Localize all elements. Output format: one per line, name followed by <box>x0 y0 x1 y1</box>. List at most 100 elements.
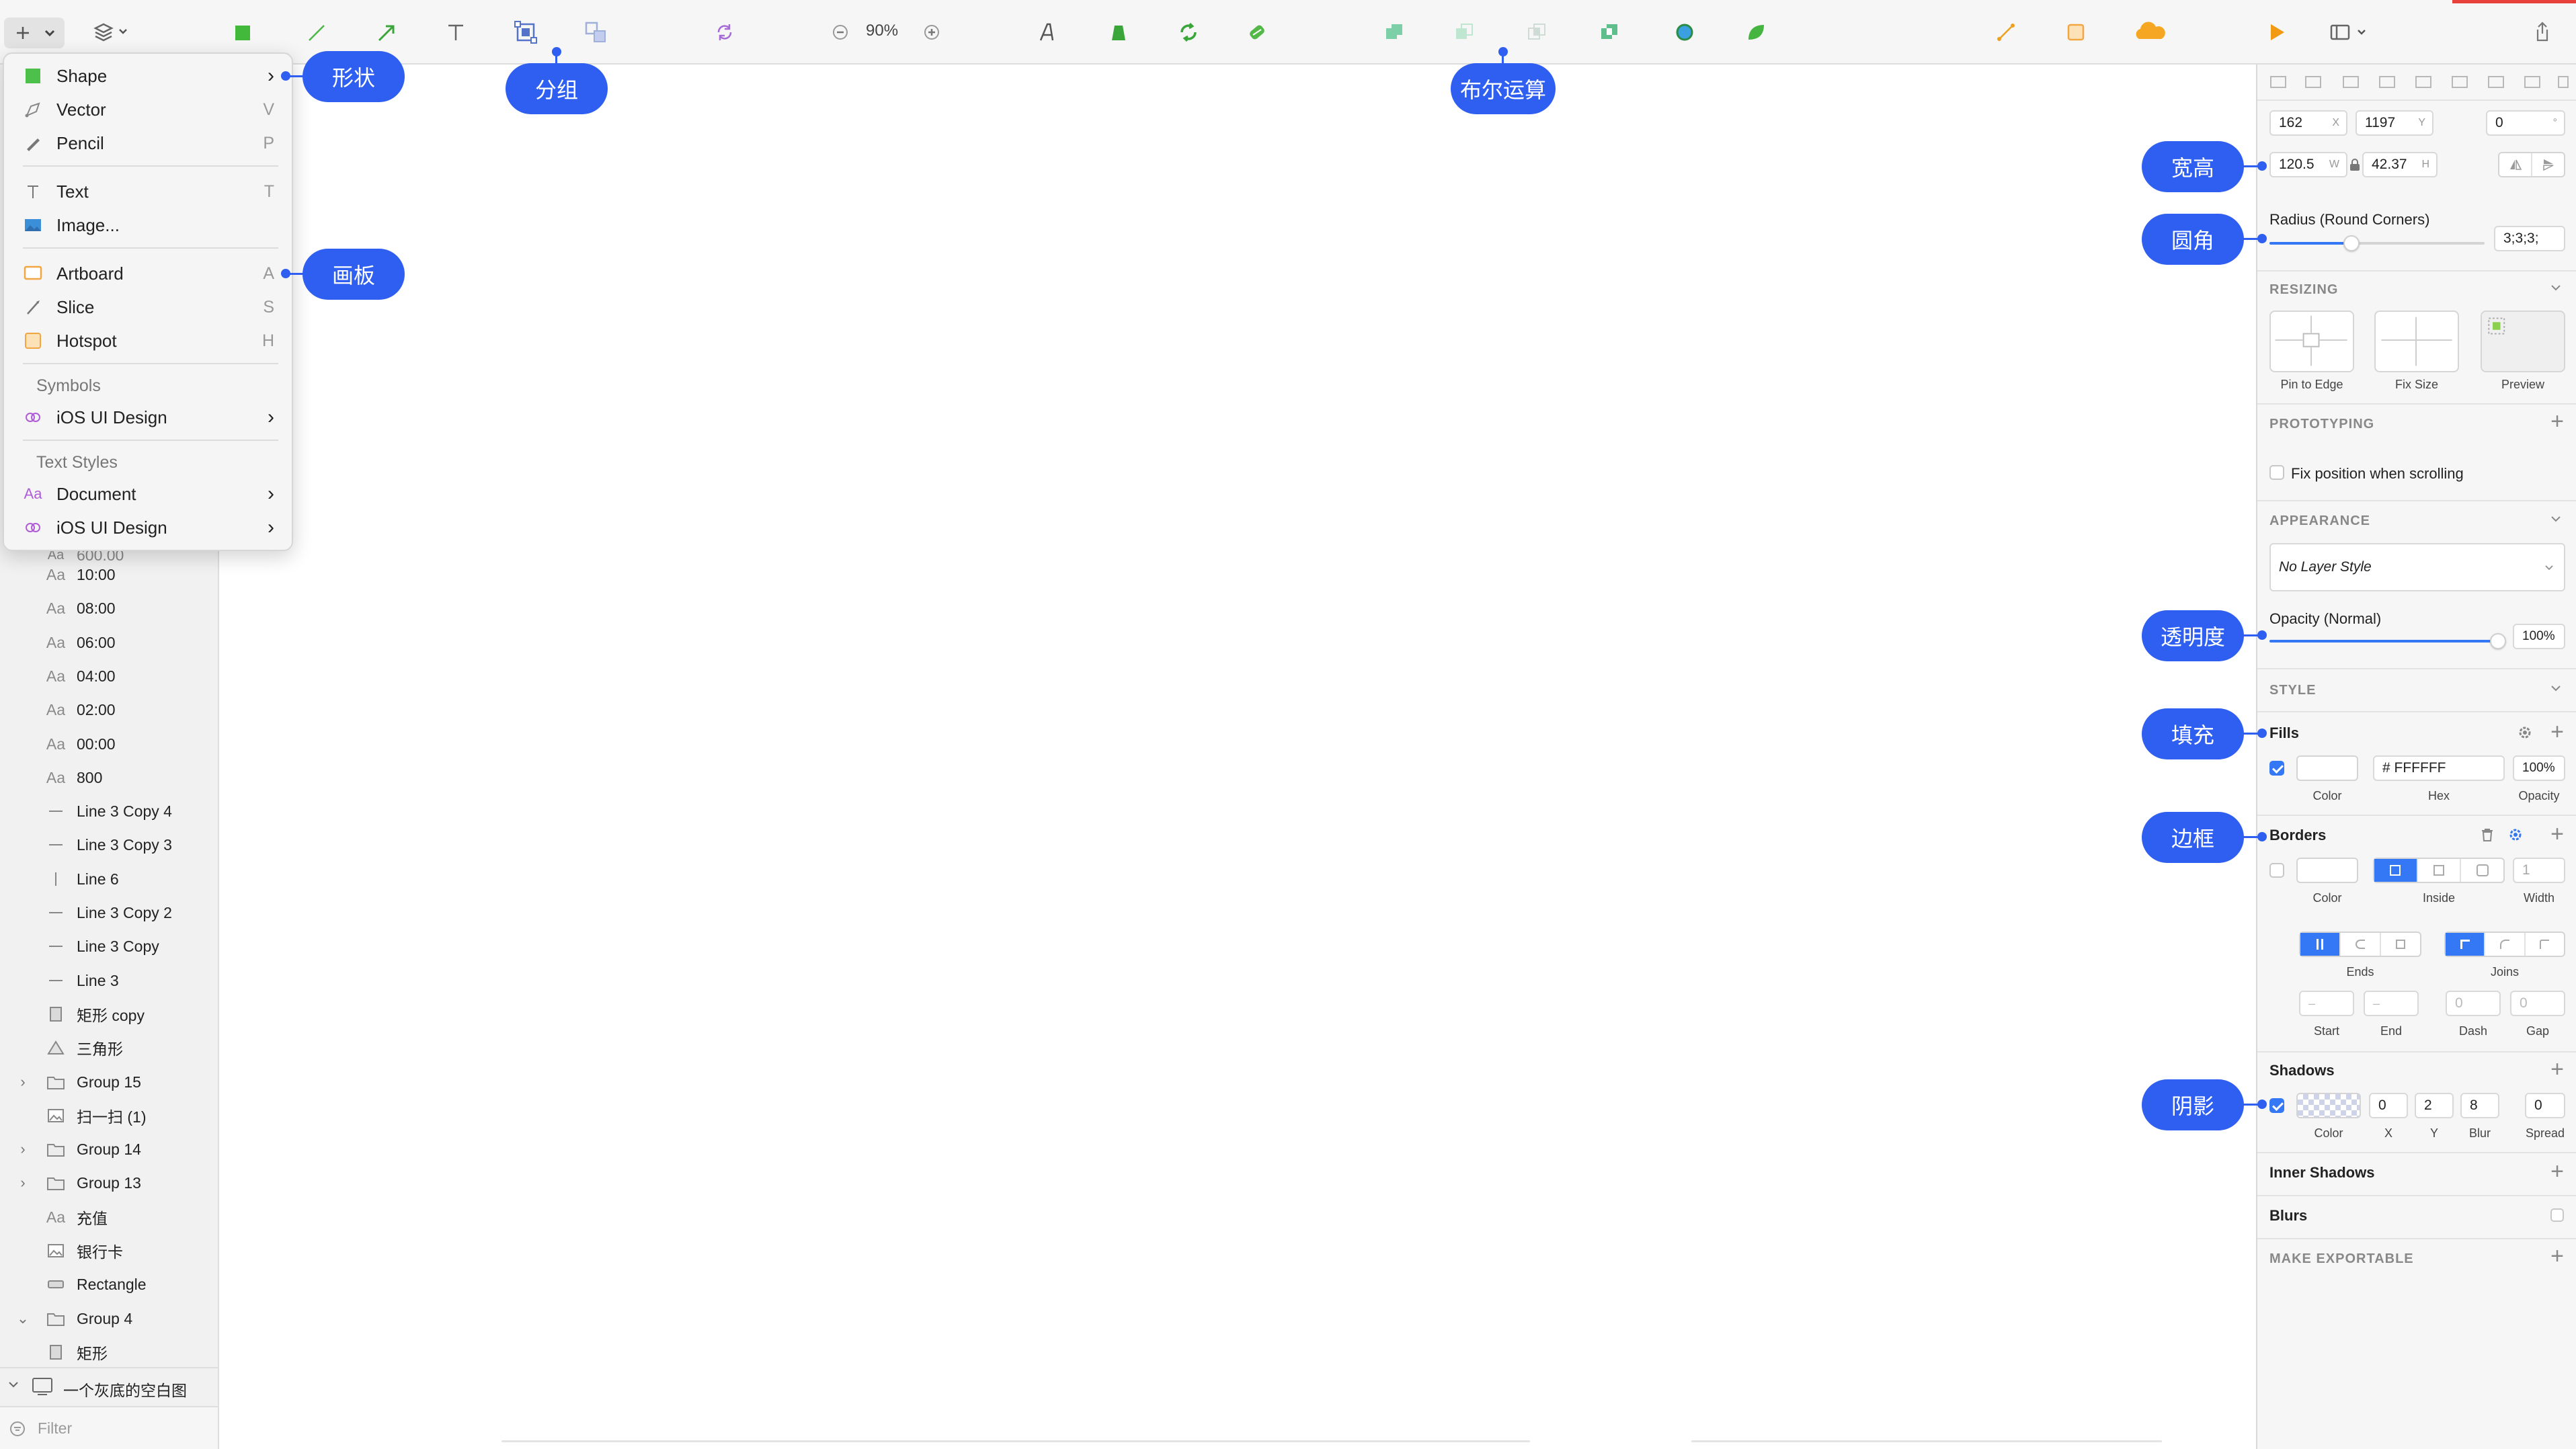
scale-button[interactable] <box>1740 16 1772 48</box>
transform-tool[interactable] <box>1102 16 1135 48</box>
border-width-field[interactable]: 1 <box>2513 858 2565 883</box>
layer-row[interactable]: 银行卡 <box>0 1234 218 1268</box>
layer-row[interactable]: Aa 06:00 <box>0 626 218 659</box>
layer-row[interactable]: Aa 充值 <box>0 1200 218 1234</box>
ends-square-option[interactable] <box>2381 933 2420 956</box>
rotate-copies-tool[interactable] <box>1172 16 1205 48</box>
chevron-right-icon[interactable]: › <box>16 1174 30 1192</box>
menu-item-slice[interactable]: Slice S <box>4 290 292 324</box>
chevron-down-icon[interactable] <box>2549 681 2563 695</box>
preview-play-button[interactable] <box>2260 16 2292 48</box>
add-shadow-button[interactable]: + <box>2550 1058 2564 1081</box>
zoom-level[interactable]: 90% <box>866 22 898 40</box>
menu-item-ios-ui-design-symbols[interactable]: iOS UI Design › <box>4 401 292 434</box>
menu-item-pencil[interactable]: Pencil P <box>4 126 292 160</box>
layers-stack-button[interactable] <box>86 16 133 48</box>
flatten-tool[interactable] <box>1241 16 1273 48</box>
add-prototyping-button[interactable]: + <box>2550 410 2564 433</box>
symbol-refresh-tool[interactable] <box>709 16 741 48</box>
shadow-x-field[interactable]: 0 <box>2369 1093 2408 1118</box>
fill-color-swatch[interactable] <box>2296 755 2358 781</box>
zoom-in-button[interactable] <box>916 16 948 48</box>
dash-field[interactable]: 0 <box>2446 991 2501 1016</box>
zoom-out-button[interactable] <box>824 16 856 48</box>
line-tool[interactable] <box>300 16 332 48</box>
opacity-field[interactable]: 100% <box>2513 624 2565 649</box>
text-style-tool[interactable] <box>1031 16 1063 48</box>
layer-row[interactable]: 三角形 <box>0 1031 218 1065</box>
joins-bevel-option[interactable] <box>2526 933 2564 956</box>
filter-input[interactable]: Filter <box>38 1419 72 1438</box>
add-border-button[interactable]: + <box>2550 823 2564 845</box>
fix-position-checkbox[interactable] <box>2269 465 2284 480</box>
chevron-right-icon[interactable]: › <box>16 1073 30 1091</box>
height-field[interactable]: 42.37 H <box>2362 152 2438 177</box>
text-tool[interactable] <box>440 16 472 48</box>
flip-horizontal-button[interactable] <box>2499 153 2532 176</box>
border-enabled-checkbox[interactable] <box>2269 863 2284 878</box>
chevron-down-icon[interactable] <box>2549 512 2563 526</box>
opacity-slider[interactable] <box>2269 633 2506 649</box>
layer-row[interactable]: Aa 04:00 <box>0 659 218 693</box>
border-outside-option[interactable] <box>2461 859 2503 882</box>
blur-enabled-checkbox[interactable] <box>2550 1208 2564 1222</box>
shadow-spread-field[interactable]: 0 <box>2525 1093 2565 1118</box>
layer-row[interactable]: › Group 14 <box>0 1132 218 1166</box>
menu-item-shape[interactable]: Shape › <box>4 59 292 93</box>
gear-icon[interactable] <box>2507 827 2524 843</box>
insert-button[interactable] <box>4 17 65 48</box>
layer-row[interactable]: Line 3 Copy 2 <box>0 896 218 929</box>
lock-icon[interactable] <box>2349 157 2361 172</box>
menu-item-hotspot[interactable]: Hotspot H <box>4 324 292 358</box>
intersect-button[interactable] <box>1521 16 1553 48</box>
layer-row[interactable]: Aa 02:00 <box>0 693 218 727</box>
layer-row[interactable]: › Group 13 <box>0 1166 218 1200</box>
canvas[interactable] <box>219 65 2256 1449</box>
shadow-blur-field[interactable]: 8 <box>2460 1093 2499 1118</box>
resizing-pin-to-edge[interactable] <box>2269 310 2354 372</box>
filter-bar[interactable]: Filter <box>0 1406 218 1449</box>
slider-knob[interactable] <box>2490 633 2506 649</box>
chevron-right-icon[interactable]: › <box>16 1141 30 1158</box>
radius-slider[interactable] <box>2269 235 2485 251</box>
page-row[interactable]: 一个灰底的空白图 <box>0 1367 218 1405</box>
flip-vertical-button[interactable] <box>2532 153 2564 176</box>
radius-field[interactable]: 3;3;3; <box>2494 226 2565 251</box>
layer-style-select[interactable]: No Layer Style <box>2269 543 2565 591</box>
add-export-button[interactable]: + <box>2550 1245 2564 1268</box>
layer-row[interactable]: Line 3 Copy 4 <box>0 794 218 828</box>
layer-row[interactable]: Aa 10:00 <box>0 558 218 591</box>
chevron-down-icon[interactable] <box>2549 281 2563 294</box>
layer-row[interactable]: Line 6 <box>0 862 218 896</box>
y-field[interactable]: 1197 Y <box>2356 110 2433 136</box>
ends-round-option[interactable] <box>2341 933 2381 956</box>
layer-row[interactable]: Aa 00:00 <box>0 727 218 761</box>
view-menu-button[interactable] <box>2325 16 2373 48</box>
arrow-tool[interactable] <box>370 16 402 48</box>
trash-icon[interactable] <box>2479 827 2495 843</box>
layer-row[interactable]: Line 3 Copy 3 <box>0 828 218 862</box>
ends-butt-option[interactable] <box>2300 933 2341 956</box>
menu-item-ios-ui-design-text-styles[interactable]: iOS UI Design › <box>4 511 292 544</box>
x-field[interactable]: 162 X <box>2269 110 2347 136</box>
layer-row[interactable]: Aa 800 <box>0 761 218 794</box>
menu-item-text[interactable]: Text T <box>4 175 292 208</box>
fill-hex-field[interactable]: # FFFFFF <box>2373 755 2505 781</box>
difference-button[interactable] <box>1593 16 1625 48</box>
chevron-down-icon[interactable]: ⌄ <box>16 1310 30 1327</box>
add-inner-shadow-button[interactable]: + <box>2550 1160 2564 1183</box>
fill-enabled-checkbox[interactable] <box>2269 761 2284 776</box>
layer-row[interactable]: › Group 15 <box>0 1065 218 1099</box>
resizing-fix-size[interactable] <box>2374 310 2459 372</box>
arrow-end-select[interactable]: – <box>2364 991 2419 1016</box>
gear-icon[interactable] <box>2517 724 2533 741</box>
layer-row[interactable]: Line 3 <box>0 964 218 997</box>
create-symbol-button[interactable] <box>2060 16 2092 48</box>
mask-button[interactable] <box>1668 16 1701 48</box>
menu-item-vector[interactable]: Vector V <box>4 93 292 126</box>
rectangle-tool[interactable] <box>226 16 258 48</box>
joins-round-option[interactable] <box>2485 933 2526 956</box>
add-fill-button[interactable]: + <box>2550 720 2564 743</box>
shadow-color-swatch[interactable] <box>2296 1093 2361 1118</box>
joins-miter-option[interactable] <box>2446 933 2486 956</box>
